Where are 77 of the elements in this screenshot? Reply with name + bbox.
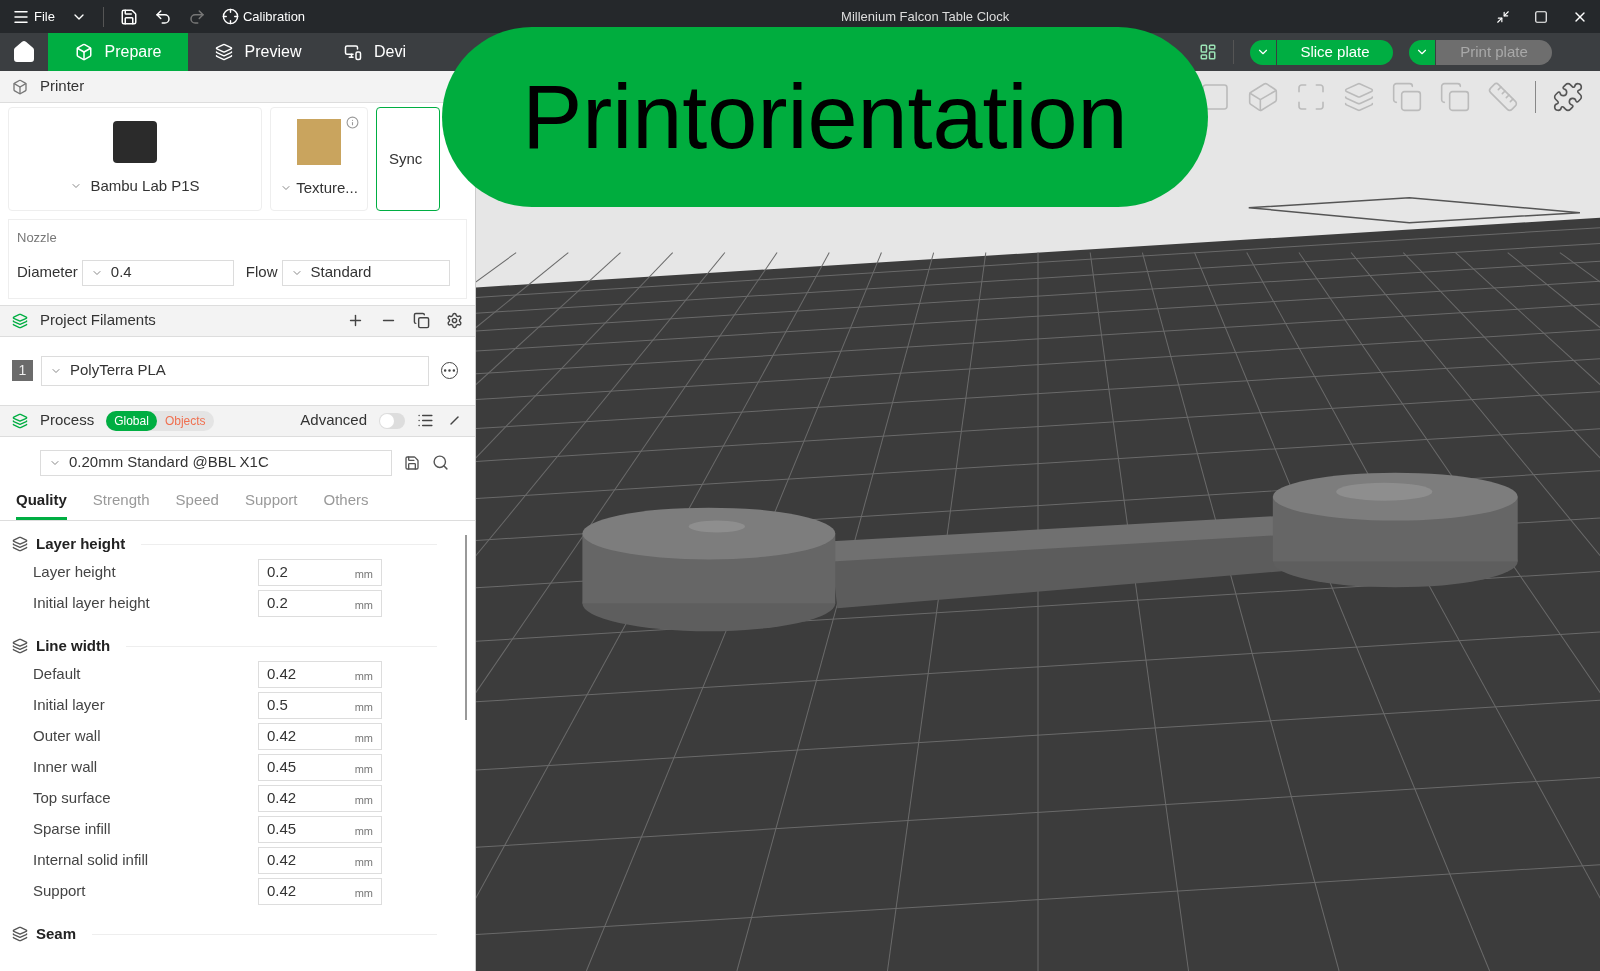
value-field[interactable]: 0.2 mm: [258, 559, 382, 586]
setting-label: Sparse infill: [33, 819, 112, 840]
undo-icon[interactable]: [153, 7, 172, 26]
file-menu[interactable]: File: [12, 6, 55, 27]
value-field[interactable]: 0.2 mm: [258, 590, 382, 617]
value-field[interactable]: 0.42 mm: [258, 847, 382, 874]
save-icon[interactable]: [119, 7, 138, 26]
info-icon: [346, 116, 359, 129]
layout-icon[interactable]: [1199, 43, 1217, 61]
maximize-icon[interactable]: [1534, 9, 1548, 24]
save-icon[interactable]: [404, 454, 420, 471]
section-title: Project Filaments: [40, 310, 156, 331]
process-icon: [12, 412, 28, 429]
section-title: Process: [40, 410, 95, 431]
minimize-icon[interactable]: [1496, 9, 1510, 24]
printer-icon: [12, 78, 28, 95]
value-field[interactable]: 0.42 mm: [258, 878, 382, 905]
printer-name: Bambu Lab P1S: [90, 175, 200, 196]
setting-label: Inner wall: [33, 757, 99, 778]
dropdown-field[interactable]: 0.4: [81, 259, 234, 286]
calibration-button[interactable]: Calibration: [221, 6, 306, 27]
group-icon: [12, 926, 28, 942]
dropdown-field[interactable]: Standard: [281, 259, 450, 286]
setting-label: Initial layer height: [33, 593, 151, 614]
cube-icon: [74, 43, 93, 61]
crosshair-icon: [221, 8, 239, 25]
dropdown-field[interactable]: 0.20mm Standard @BBL X1C: [40, 449, 392, 476]
search-icon[interactable]: [432, 454, 449, 471]
value-field[interactable]: 0.42 mm: [258, 723, 382, 750]
plate-card[interactable]: Texture...: [270, 107, 368, 211]
layers-icon: [214, 43, 233, 61]
group-title: Seam: [36, 923, 77, 944]
filament-index: 1: [12, 360, 33, 381]
scrollbar[interactable]: [465, 535, 467, 720]
redo-icon[interactable]: [187, 7, 206, 26]
tab[interactable]: Devi: [328, 33, 422, 71]
value-field[interactable]: 0.45 mm: [258, 816, 382, 843]
setting-label: Top surface: [33, 788, 112, 809]
plate-name: Texture...: [296, 177, 358, 198]
settings-tab[interactable]: Quality: [16, 488, 67, 520]
printer-image: [113, 120, 157, 163]
value-field[interactable]: 0.5 mm: [258, 692, 382, 719]
filament-icon: [12, 312, 28, 329]
list-icon[interactable]: [417, 412, 434, 429]
settings-icon[interactable]: [446, 312, 463, 329]
setting-label: Initial layer: [33, 695, 106, 716]
puzzle-icon[interactable]: [1552, 81, 1584, 113]
group-icon: [12, 638, 28, 654]
setting-label: Outer wall: [33, 726, 102, 747]
nozzle-heading: Nozzle: [17, 229, 58, 247]
device-icon: [344, 43, 362, 61]
printer-card[interactable]: Bambu Lab P1S: [8, 107, 262, 211]
setting-label: Internal solid infill: [33, 850, 150, 871]
add-icon[interactable]: [347, 312, 364, 329]
group-title: Layer height: [36, 533, 126, 554]
advanced-switch[interactable]: [379, 412, 405, 429]
section-title: Printer: [40, 76, 85, 97]
setting-label: Layer height: [33, 562, 117, 583]
dropdown-field[interactable]: PolyTerra PLA: [41, 355, 429, 386]
group-icon: [12, 536, 28, 552]
setting-label: Default: [33, 664, 82, 685]
home-icon[interactable]: [12, 40, 36, 64]
value-field[interactable]: 0.45 mm: [258, 754, 382, 781]
plate-image: [297, 118, 341, 165]
tab[interactable]: Preview: [188, 33, 328, 71]
advanced-label: Advanced: [300, 410, 367, 431]
value-field[interactable]: 0.42 mm: [258, 661, 382, 688]
dropdown-toggle[interactable]: [1409, 39, 1435, 65]
window-title: Millenium Falcon Table Clock: [841, 7, 1010, 26]
group-title: Line width: [36, 635, 111, 656]
sync-button[interactable]: Sync: [376, 107, 440, 211]
field-label: Diameter: [17, 262, 78, 283]
dropdown-toggle[interactable]: [1250, 39, 1276, 65]
field-label: Flow: [245, 262, 278, 283]
value-field[interactable]: 0.42 mm: [258, 785, 382, 812]
title-banner: Printorientation: [442, 27, 1208, 207]
setting-label: Support: [33, 881, 87, 902]
